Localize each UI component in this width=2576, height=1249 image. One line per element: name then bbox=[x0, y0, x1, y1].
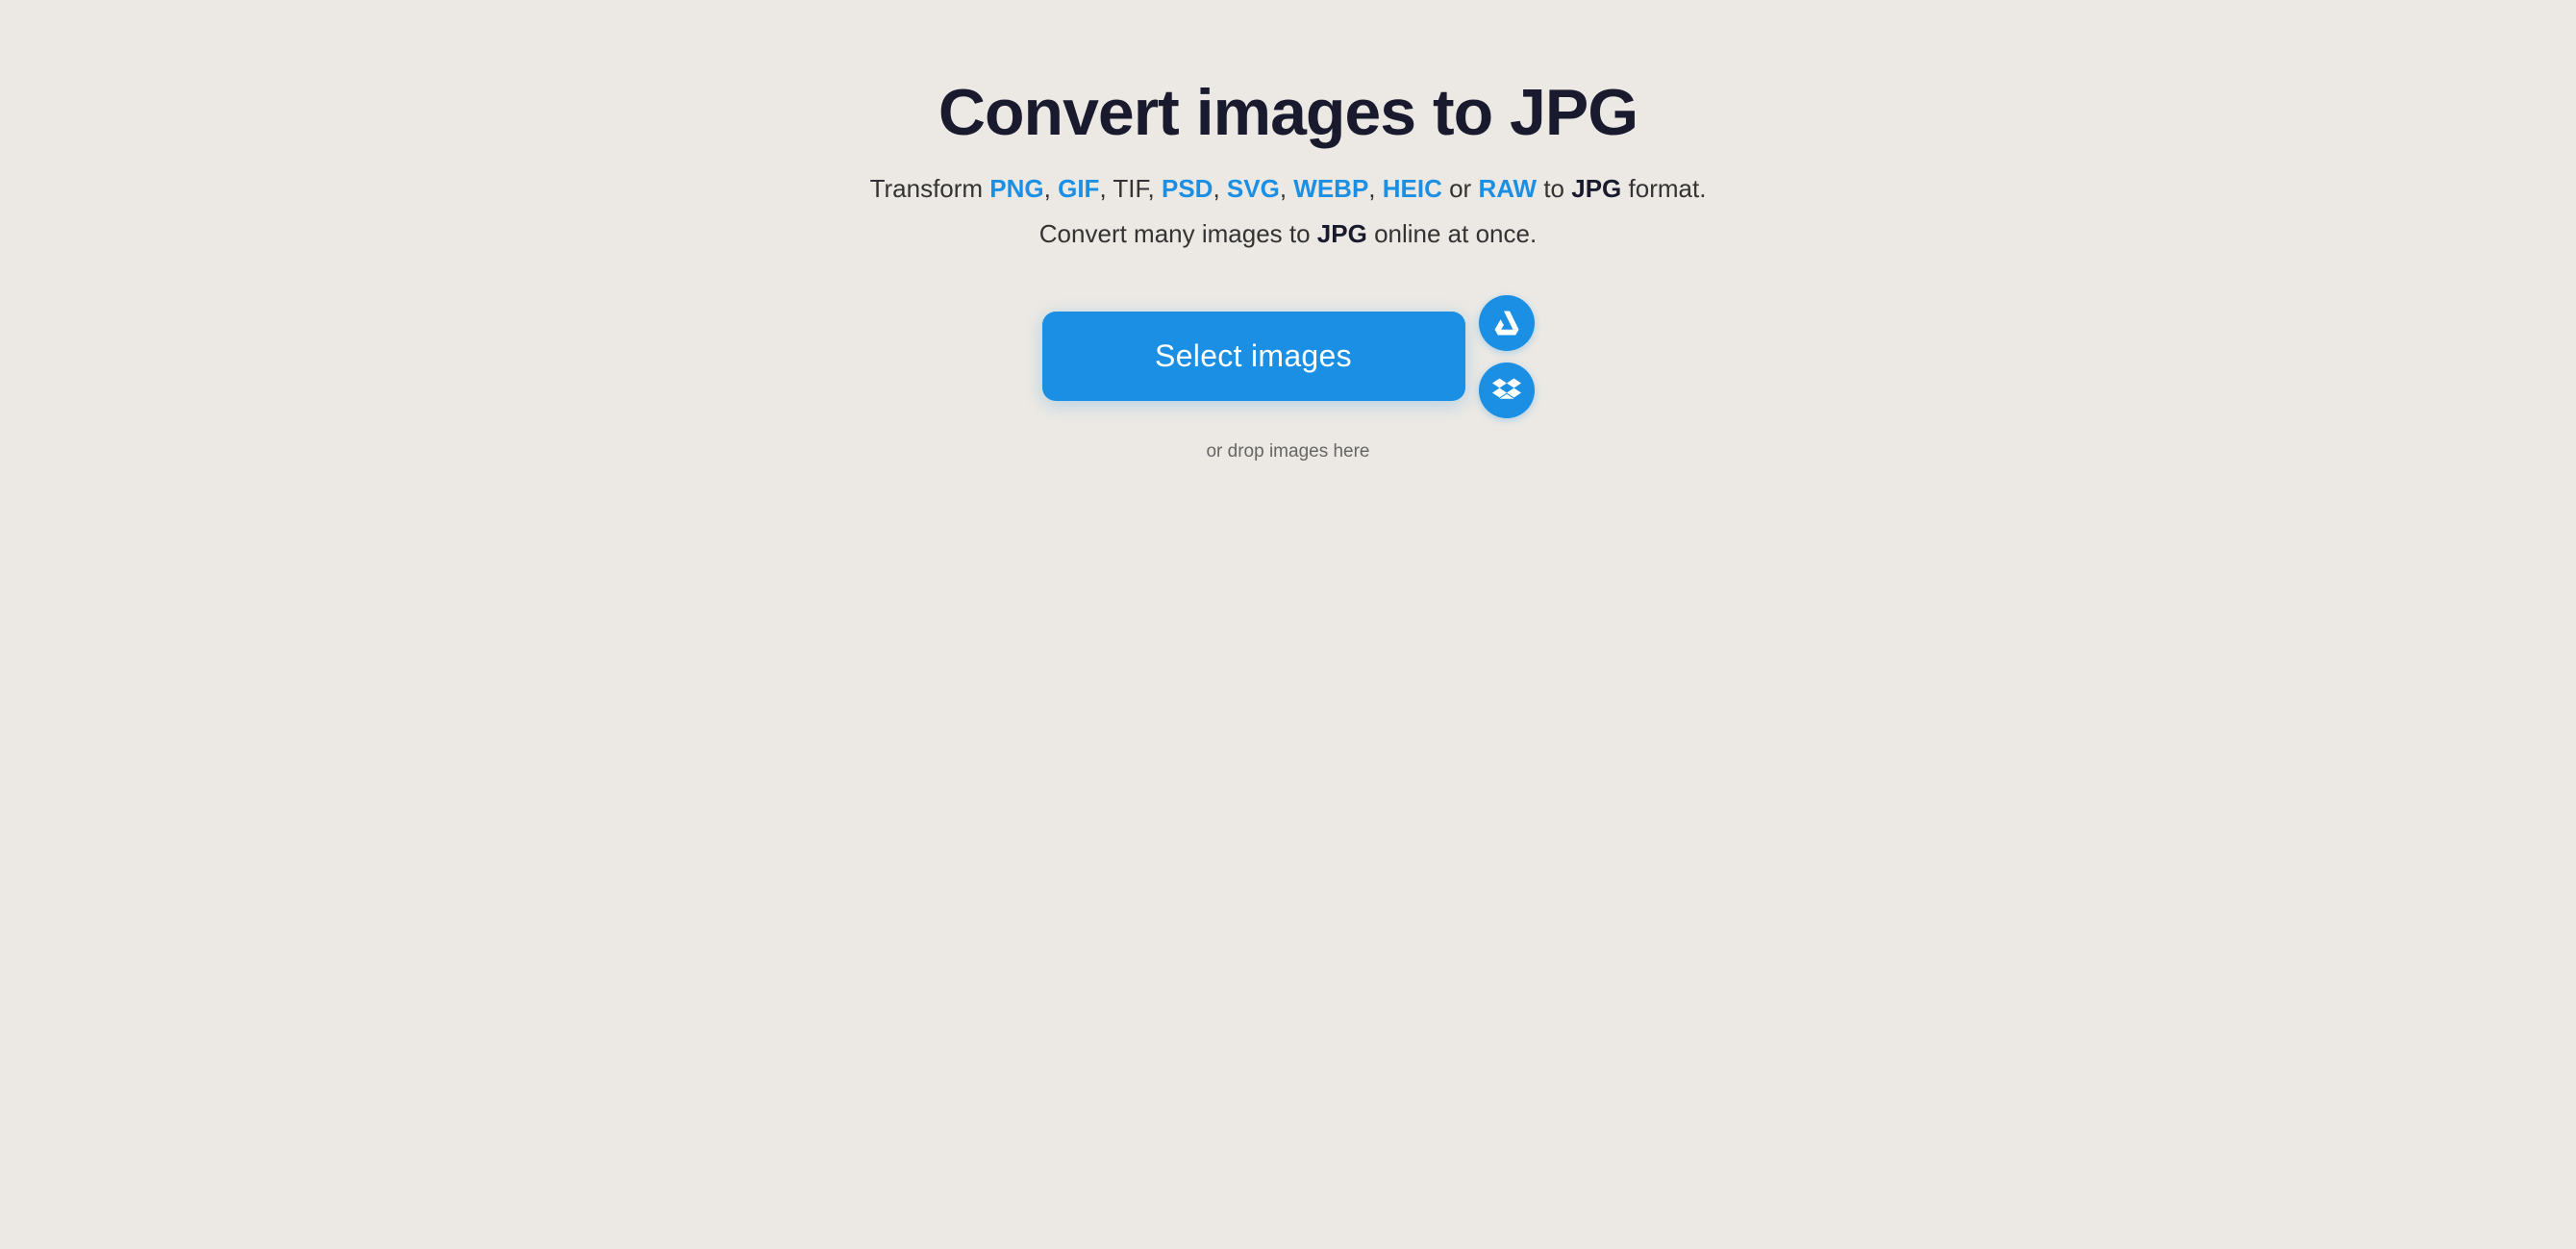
subtitle2-suffix: online at once. bbox=[1374, 219, 1537, 248]
format-webp: WEBP bbox=[1293, 174, 1368, 203]
subtitle2-prefix: Convert many images to bbox=[1039, 219, 1317, 248]
dropbox-icon bbox=[1492, 376, 1521, 405]
sep5: , bbox=[1280, 174, 1293, 203]
dropbox-button[interactable] bbox=[1479, 362, 1535, 418]
main-container: Convert images to JPG Transform PNG, GIF… bbox=[856, 77, 1721, 462]
subtitle-formats: Transform PNG, GIF, TIF, PSD, SVG, WEBP,… bbox=[870, 170, 1707, 208]
subtitle2-bold: JPG bbox=[1317, 219, 1367, 248]
format-gif: GIF bbox=[1058, 174, 1099, 203]
sep8: to bbox=[1537, 174, 1571, 203]
format-png: PNG bbox=[989, 174, 1043, 203]
google-drive-icon bbox=[1492, 309, 1521, 337]
drop-text: or drop images here bbox=[1206, 441, 1369, 462]
format-jpg: JPG bbox=[1571, 174, 1621, 203]
action-row: Select images bbox=[1042, 295, 1535, 418]
subtitle-end: format. bbox=[1621, 174, 1706, 203]
format-tif: TIF bbox=[1113, 174, 1147, 203]
sep3: , bbox=[1148, 174, 1162, 203]
sep1: , bbox=[1044, 174, 1058, 203]
sep6: , bbox=[1368, 174, 1382, 203]
format-svg: SVG bbox=[1227, 174, 1280, 203]
format-psd: PSD bbox=[1162, 174, 1213, 203]
subtitle-transform-text: Transform bbox=[870, 174, 990, 203]
sep2: , bbox=[1099, 174, 1113, 203]
sep4: , bbox=[1213, 174, 1226, 203]
google-drive-button[interactable] bbox=[1479, 295, 1535, 351]
cloud-buttons bbox=[1479, 295, 1535, 418]
format-heic: HEIC bbox=[1383, 174, 1442, 203]
subtitle2: Convert many images to JPG online at onc… bbox=[1039, 215, 1537, 253]
sep7: or bbox=[1442, 174, 1479, 203]
page-title: Convert images to JPG bbox=[938, 77, 1638, 149]
format-raw: RAW bbox=[1478, 174, 1537, 203]
select-images-button[interactable]: Select images bbox=[1042, 312, 1465, 401]
